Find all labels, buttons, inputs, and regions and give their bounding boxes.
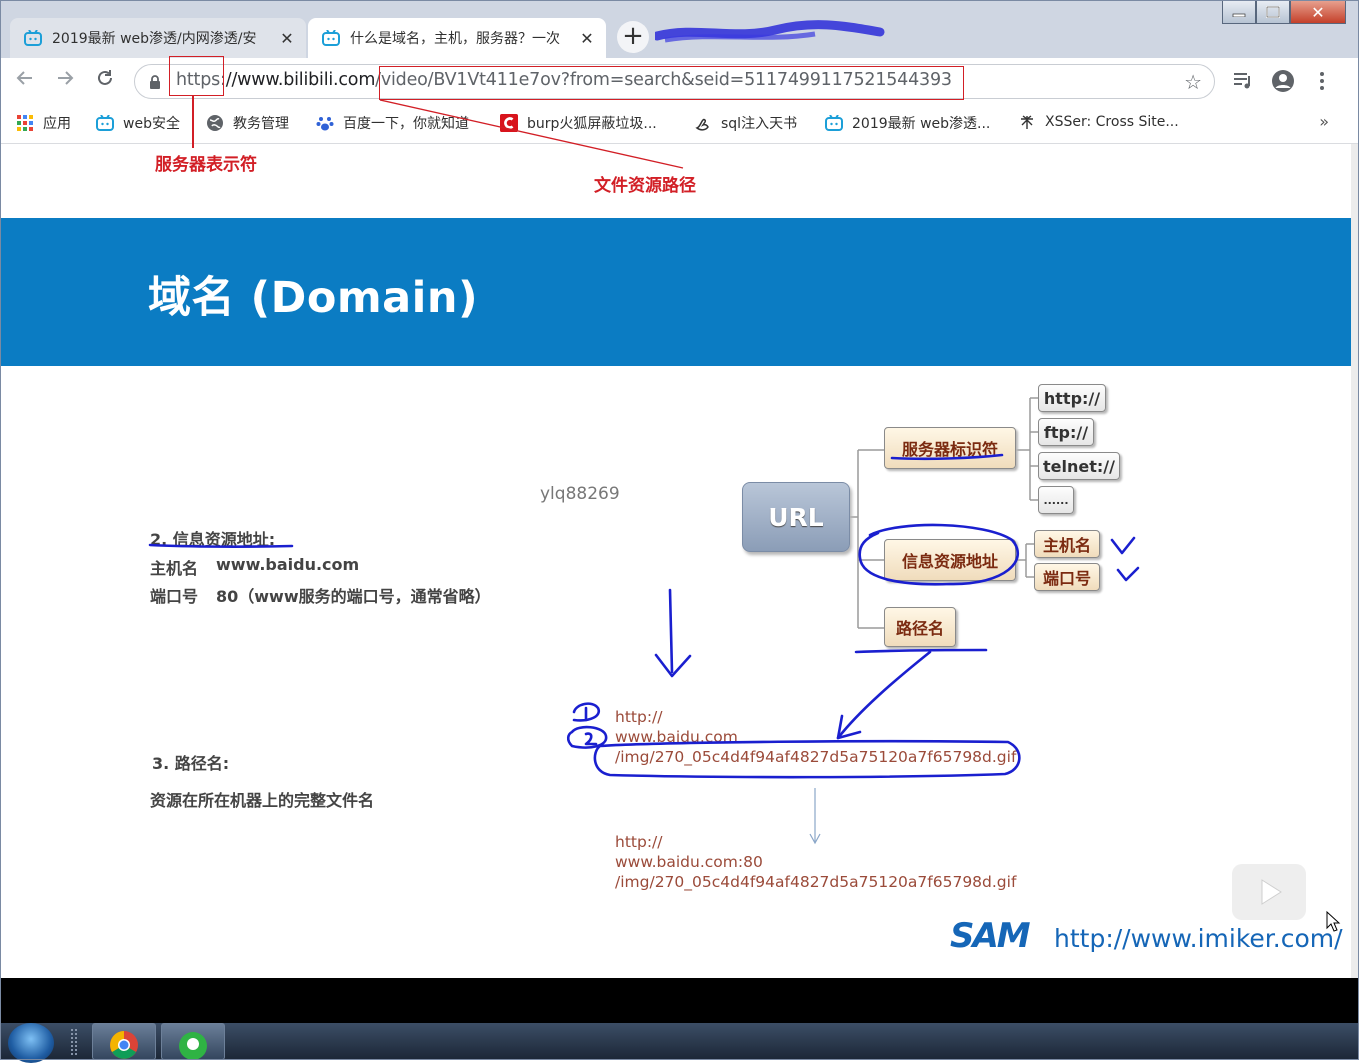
taskbar-grip [70, 1028, 78, 1056]
green-app-icon [179, 1032, 207, 1060]
windows-start-button[interactable] [8, 1023, 54, 1063]
video-play-button[interactable] [1232, 864, 1306, 920]
chrome-icon [110, 1031, 138, 1059]
mouse-cursor-icon [1326, 910, 1341, 932]
handwritten-annotations [148, 453, 1140, 779]
video-letterbox-bar [0, 978, 1359, 1023]
taskbar-chrome[interactable] [92, 1023, 156, 1060]
sam-logo: SAM [950, 916, 1031, 956]
taskbar-app-green[interactable] [161, 1023, 225, 1060]
play-icon [1261, 879, 1282, 905]
site-url-text: http://www.imiker.com/ [1054, 924, 1343, 953]
